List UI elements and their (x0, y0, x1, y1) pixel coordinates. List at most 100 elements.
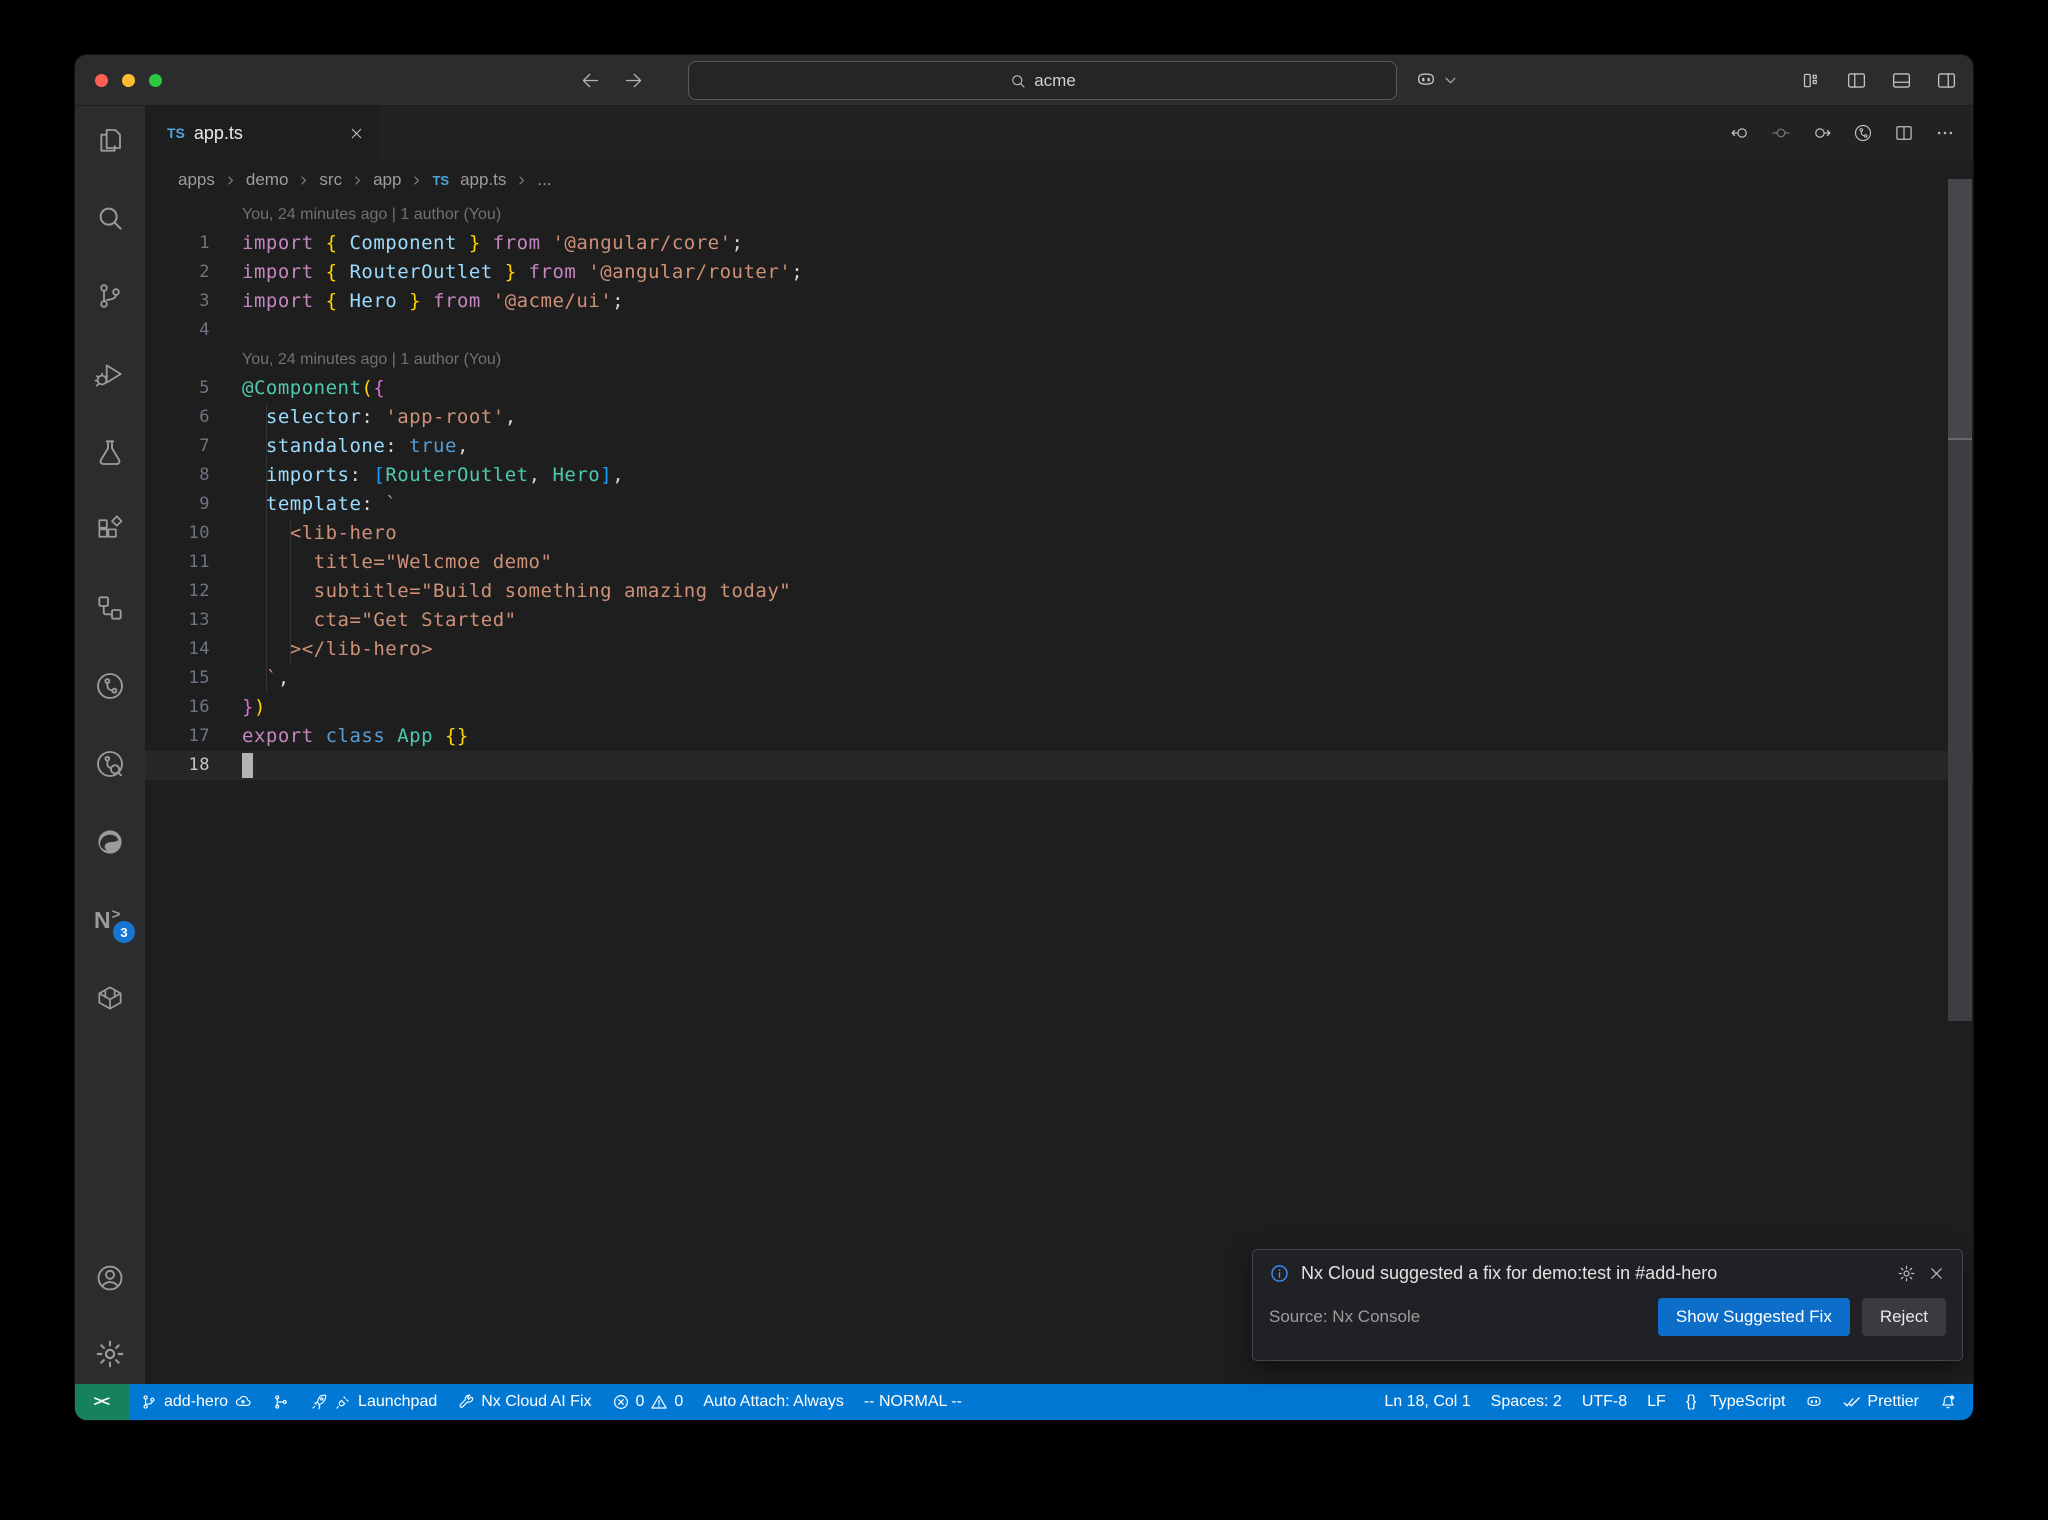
notification-settings-icon[interactable] (1897, 1264, 1916, 1283)
containers-icon[interactable] (94, 982, 126, 1014)
nx-console-icon[interactable]: N >3 (94, 904, 135, 943)
code-line: 12 subtitle="Build something amazing tod… (188, 580, 792, 602)
language-mode-status[interactable]: {} TypeScript (1676, 1384, 1796, 1420)
code-line: 2 import { RouterOutlet } from '@angular/… (199, 261, 804, 283)
tab-app-ts[interactable]: TS app.ts (145, 106, 379, 160)
nav-forward-icon[interactable] (1812, 123, 1832, 143)
status-label: Auto Attach: Always (703, 1393, 844, 1410)
prettier-status[interactable]: Prettier (1833, 1384, 1929, 1420)
commit-search-icon[interactable] (94, 748, 126, 780)
title-bar: acme (75, 55, 1973, 106)
desktop-background: acme N >3 TS app.ts apps demo src app TS… (0, 0, 2048, 1520)
search-icon[interactable] (94, 202, 126, 234)
breadcrumb-item[interactable]: demo (246, 170, 289, 190)
minimize-window-button[interactable] (122, 73, 135, 87)
customize-layout-icon[interactable] (1801, 70, 1822, 91)
launchpad-status[interactable]: Launchpad (300, 1384, 447, 1420)
command-center-search[interactable]: acme (688, 61, 1397, 100)
breadcrumb-item[interactable]: apps (178, 170, 215, 190)
status-label: Prettier (1867, 1393, 1919, 1410)
vim-mode-status[interactable]: -- NORMAL -- (854, 1384, 972, 1420)
cursor-position-status[interactable]: Ln 18, Col 1 (1374, 1384, 1480, 1420)
encoding-status[interactable]: UTF-8 (1572, 1384, 1637, 1420)
close-window-button[interactable] (95, 73, 108, 87)
breadcrumb-item[interactable]: src (319, 170, 342, 190)
status-label: add-hero (164, 1393, 229, 1410)
editor-group: TS app.ts apps demo src app TS app.ts... (145, 106, 1973, 1384)
show-suggested-fix-button[interactable]: Show Suggested Fix (1657, 1298, 1850, 1336)
chevron-right-icon (410, 174, 423, 187)
notification-source: Source: Nx Console (1269, 1307, 1421, 1326)
code-line: 10 <lib-hero (188, 522, 398, 544)
breadcrumb-item[interactable]: app (373, 170, 401, 190)
nav-back-icon[interactable] (1730, 123, 1750, 143)
tab-label: app.ts (193, 122, 243, 143)
tab-close-icon[interactable] (348, 125, 365, 142)
breadcrumb-item[interactable]: app.ts (460, 170, 506, 190)
eol-status[interactable]: LF (1637, 1384, 1676, 1420)
editor-scrollbar[interactable] (1948, 179, 1972, 1021)
code-line: 13 cta="Get Started" (188, 609, 517, 631)
back-arrow-icon[interactable] (580, 70, 601, 91)
ts-file-icon: TS (167, 125, 185, 141)
code-line: 17 export class App {} (188, 725, 469, 747)
code-line: 7 standalone: true, (199, 435, 469, 457)
zoom-window-button[interactable] (149, 73, 162, 87)
code-editor[interactable]: You, 24 minutes ago | 1 author (You) 1 imp… (145, 200, 1973, 1384)
error-icon (612, 1393, 630, 1411)
remote-icon: >< (93, 1393, 111, 1410)
notification-close-icon[interactable] (1927, 1264, 1946, 1283)
notifications-bell[interactable] (1929, 1384, 1967, 1420)
chevron-down-icon (1443, 73, 1458, 88)
run-debug-icon[interactable] (94, 358, 126, 390)
settings-gear-icon[interactable] (94, 1338, 126, 1370)
edge-tools-icon[interactable] (94, 826, 126, 858)
rocket-icon (310, 1393, 328, 1411)
source-control-graph-icon[interactable] (94, 670, 126, 702)
toggle-sidebar-icon[interactable] (1846, 70, 1867, 91)
dblcheck-icon (1843, 1393, 1861, 1411)
accounts-icon[interactable] (94, 1262, 126, 1294)
chevron-right-icon (224, 174, 237, 187)
source-control-graph-icon[interactable] (1853, 123, 1873, 143)
pipeline-icon (272, 1393, 290, 1411)
more-actions-icon[interactable] (1935, 123, 1955, 143)
source-control-icon[interactable] (94, 280, 126, 312)
warning-icon (650, 1393, 668, 1411)
vim-block-cursor (242, 753, 253, 778)
nav-current-icon[interactable] (1771, 123, 1791, 143)
cloud-upload-icon (234, 1393, 252, 1411)
status-label: -- NORMAL -- (863, 1393, 962, 1410)
search-icon (1009, 72, 1027, 90)
code-line: 3 import { Hero } from '@acme/ui'; (199, 290, 625, 312)
extensions-icon[interactable] (94, 514, 126, 546)
split-editor-icon[interactable] (1894, 123, 1914, 143)
code-line: 11 title="Welcmoe demo" (188, 551, 553, 573)
problems-status[interactable]: 00 (602, 1384, 694, 1420)
toggle-panel-icon[interactable] (1891, 70, 1912, 91)
explorer-icon[interactable] (94, 124, 126, 156)
toggle-secondary-sidebar-icon[interactable] (1936, 70, 1957, 91)
status-label: UTF-8 (1581, 1393, 1628, 1410)
code-line: 15 `, (188, 667, 290, 689)
status-label: 0 (635, 1393, 645, 1410)
git-branch-status[interactable]: add-hero (130, 1384, 262, 1420)
breadcrumb-item[interactable]: ... (537, 170, 551, 190)
history-nav (580, 55, 644, 105)
git-graph-status[interactable] (262, 1384, 300, 1420)
code-line: 9 template: ` (199, 493, 398, 515)
testing-icon[interactable] (94, 436, 126, 468)
copilot-icon (1805, 1393, 1823, 1411)
layout-controls (1801, 55, 1957, 105)
activity-bar: N >3 (75, 106, 145, 1384)
nx-cloud-ai-fix-status[interactable]: Nx Cloud AI Fix (447, 1384, 601, 1420)
indentation-status[interactable]: Spaces: 2 (1481, 1384, 1572, 1420)
project-hierarchy-icon[interactable] (94, 592, 126, 624)
auto-attach-status[interactable]: Auto Attach: Always (693, 1384, 854, 1420)
forward-arrow-icon[interactable] (623, 70, 644, 91)
remote-indicator[interactable]: >< (75, 1384, 130, 1420)
copilot-menu[interactable] (1415, 55, 1458, 105)
breadcrumb: apps demo src app TS app.ts... (145, 160, 1973, 200)
copilot-status[interactable] (1795, 1384, 1833, 1420)
reject-button[interactable]: Reject (1861, 1298, 1946, 1336)
